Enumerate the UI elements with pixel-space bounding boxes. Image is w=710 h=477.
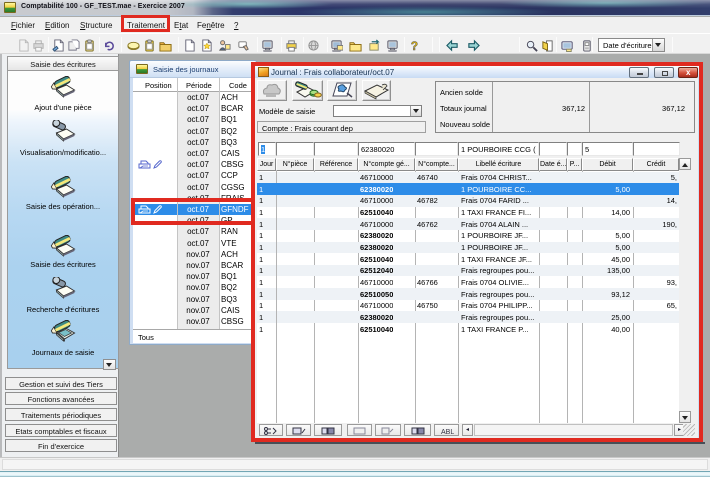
svg-text:?: ? [411, 39, 418, 52]
svg-text:ABL: ABL [441, 429, 454, 435]
